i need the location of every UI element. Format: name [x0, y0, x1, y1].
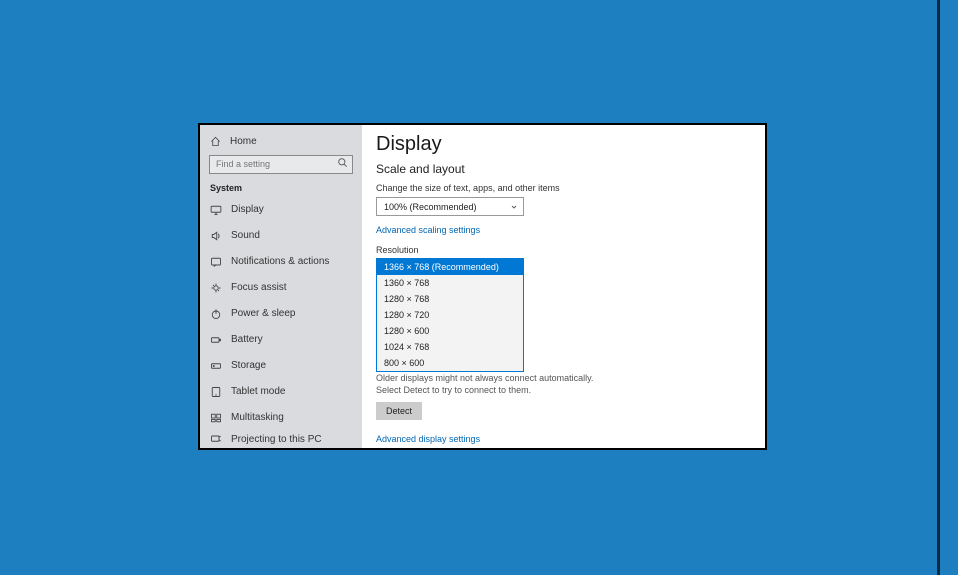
sidebar-item-label: Storage: [231, 360, 266, 371]
sidebar-item-label: Notifications & actions: [231, 256, 329, 267]
sidebar-item-label: Focus assist: [231, 282, 287, 293]
sidebar-item-sound[interactable]: Sound: [200, 223, 362, 249]
advanced-scaling-link[interactable]: Advanced scaling settings: [376, 225, 749, 235]
home-icon: [210, 136, 221, 147]
resolution-option[interactable]: 800 × 600: [377, 355, 523, 371]
resolution-option[interactable]: 1366 × 768 (Recommended): [377, 259, 523, 275]
sidebar-item-tablet[interactable]: Tablet mode: [200, 379, 362, 405]
sidebar-item-label: Multitasking: [231, 412, 284, 423]
resolution-option[interactable]: 1280 × 600: [377, 323, 523, 339]
battery-icon: [210, 334, 222, 346]
resolution-option[interactable]: 1024 × 768: [377, 339, 523, 355]
search-container: [209, 154, 353, 174]
storage-icon: [210, 360, 222, 372]
sidebar-item-notifications[interactable]: Notifications & actions: [200, 249, 362, 275]
resolution-option[interactable]: 1360 × 768: [377, 275, 523, 291]
resolution-dropdown-open[interactable]: 1366 × 768 (Recommended) 1360 × 768 1280…: [376, 258, 524, 372]
sidebar: Home System Display Sound Notifications …: [200, 125, 362, 448]
main-content: Display Scale and layout Change the size…: [362, 125, 765, 448]
sidebar-item-battery[interactable]: Battery: [200, 327, 362, 353]
chevron-down-icon: [510, 203, 518, 211]
tablet-icon: [210, 386, 222, 398]
advanced-display-link[interactable]: Advanced display settings: [376, 434, 749, 444]
sidebar-item-multitasking[interactable]: Multitasking: [200, 405, 362, 431]
search-icon: [337, 157, 348, 168]
scale-value: 100% (Recommended): [384, 202, 477, 212]
sidebar-item-display[interactable]: Display: [200, 197, 362, 223]
resolution-label: Resolution: [376, 245, 749, 255]
decorative-stripe: [937, 0, 940, 575]
home-label: Home: [230, 136, 257, 147]
scale-dropdown[interactable]: 100% (Recommended): [376, 197, 524, 216]
power-icon: [210, 308, 222, 320]
notifications-icon: [210, 256, 222, 268]
search-input[interactable]: [209, 155, 353, 174]
sidebar-item-label: Battery: [231, 334, 263, 345]
sidebar-item-label: Tablet mode: [231, 386, 285, 397]
sidebar-item-label: Power & sleep: [231, 308, 295, 319]
sidebar-item-storage[interactable]: Storage: [200, 353, 362, 379]
sidebar-item-label: Display: [231, 204, 264, 215]
detect-help-text: Older displays might not always connect …: [376, 373, 606, 396]
focus-icon: [210, 282, 222, 294]
home-nav[interactable]: Home: [200, 131, 362, 154]
sidebar-item-label: Projecting to this PC: [231, 434, 322, 445]
sidebar-item-projecting[interactable]: Projecting to this PC: [200, 431, 362, 449]
sound-icon: [210, 230, 222, 242]
sidebar-item-focus[interactable]: Focus assist: [200, 275, 362, 301]
resolution-option[interactable]: 1280 × 720: [377, 307, 523, 323]
sidebar-item-label: Sound: [231, 230, 260, 241]
resolution-option[interactable]: 1280 × 768: [377, 291, 523, 307]
display-icon: [210, 204, 222, 216]
detect-button[interactable]: Detect: [376, 402, 422, 420]
sidebar-item-power[interactable]: Power & sleep: [200, 301, 362, 327]
section-label: System: [200, 183, 362, 197]
section-subtitle: Scale and layout: [376, 162, 749, 176]
projecting-icon: [210, 433, 222, 445]
settings-window: Home System Display Sound Notifications …: [198, 123, 767, 450]
scale-label: Change the size of text, apps, and other…: [376, 183, 749, 193]
multitask-icon: [210, 412, 222, 424]
page-title: Display: [376, 133, 749, 156]
